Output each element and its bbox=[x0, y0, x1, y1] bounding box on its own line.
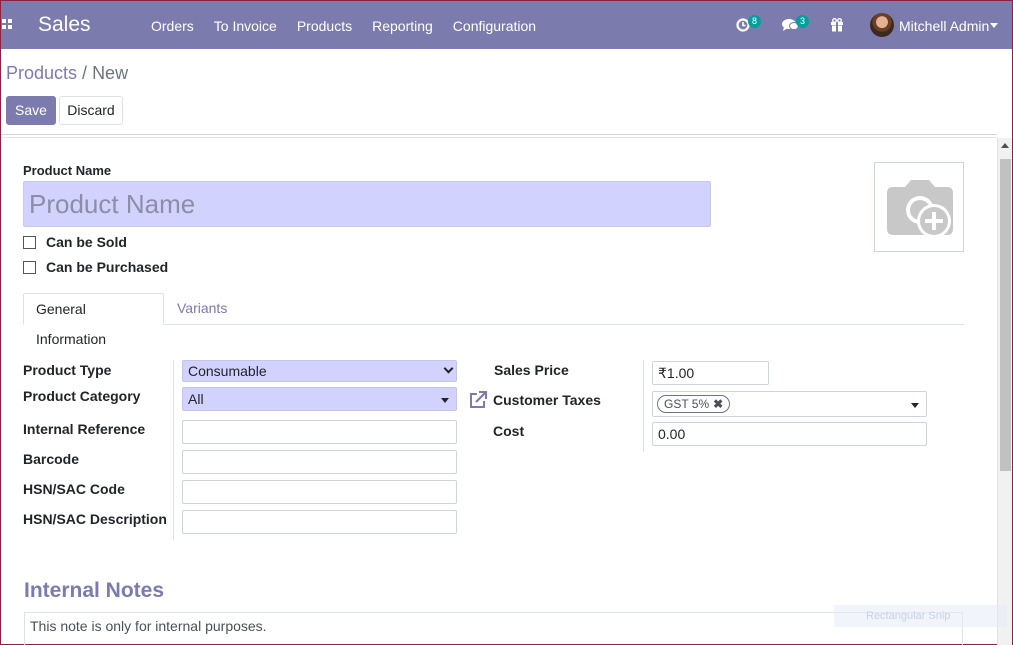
customer-taxes-label: Customer Taxes bbox=[493, 392, 601, 408]
tax-tag: GST 5% ✖ bbox=[657, 395, 731, 413]
product-category-value: All bbox=[188, 391, 204, 407]
discard-button[interactable]: Discard bbox=[59, 96, 123, 125]
dropdown-caret-icon[interactable] bbox=[911, 403, 919, 408]
main-menu: Orders To Invoice Products Reporting Con… bbox=[141, 1, 546, 49]
product-type-value: Consumable bbox=[188, 363, 267, 379]
product-name-label: Product Name bbox=[23, 163, 112, 178]
internal-notes-title: Internal Notes bbox=[24, 579, 165, 602]
breadcrumb-current: New bbox=[92, 63, 129, 83]
product-name-input[interactable]: Product Name bbox=[23, 181, 711, 227]
cost-label: Cost bbox=[493, 423, 525, 439]
customer-taxes-field[interactable]: GST 5% ✖ bbox=[652, 391, 927, 417]
tab-general-information[interactable]: General Information bbox=[23, 293, 164, 347]
product-category-select[interactable]: All bbox=[182, 387, 457, 411]
barcode-label: Barcode bbox=[23, 451, 80, 467]
product-type-select[interactable]: Consumable bbox=[182, 360, 457, 382]
external-link-icon[interactable] bbox=[468, 390, 488, 410]
scroll-up-arrow-icon[interactable] bbox=[1001, 143, 1009, 148]
user-avatar[interactable] bbox=[870, 13, 894, 37]
user-menu-caret-icon[interactable] bbox=[990, 23, 998, 28]
hsn-code-label: HSN/SAC Code bbox=[23, 481, 125, 497]
menu-item-orders[interactable]: Orders bbox=[141, 1, 204, 49]
activity-menu[interactable]: 8 bbox=[735, 1, 765, 49]
menu-item-reporting[interactable]: Reporting bbox=[362, 1, 443, 49]
control-panel-divider bbox=[1, 134, 997, 138]
product-type-label: Product Type bbox=[23, 362, 112, 378]
sales-price-label: Sales Price bbox=[494, 362, 569, 378]
can-be-sold-label[interactable]: Can be Sold bbox=[46, 234, 127, 250]
activity-count-badge: 8 bbox=[748, 15, 761, 28]
cost-input[interactable]: 0.00 bbox=[652, 422, 927, 446]
hsn-code-input[interactable] bbox=[182, 480, 457, 504]
scrollbar-thumb[interactable] bbox=[1000, 159, 1011, 471]
messaging-menu[interactable]: 3 bbox=[781, 1, 811, 49]
can-be-purchased-label[interactable]: Can be Purchased bbox=[46, 259, 168, 275]
save-button[interactable]: Save bbox=[6, 96, 56, 125]
top-navbar: Sales Orders To Invoice Products Reporti… bbox=[1, 1, 1012, 49]
tax-tag-label: GST 5% bbox=[664, 397, 710, 411]
product-category-label: Product Category bbox=[23, 388, 141, 404]
product-image-upload[interactable] bbox=[874, 162, 964, 252]
breadcrumb-products-link[interactable]: Products bbox=[6, 63, 77, 83]
camera-plus-icon bbox=[887, 180, 953, 238]
hsn-description-label: HSN/SAC Description bbox=[23, 511, 167, 527]
internal-notes-textarea[interactable]: This note is only for internal purposes. bbox=[24, 612, 963, 645]
internal-reference-input[interactable] bbox=[182, 420, 457, 444]
sales-price-input[interactable]: ₹1.00 bbox=[652, 361, 769, 385]
can-be-sold-row: Can be Sold bbox=[23, 234, 127, 250]
breadcrumb: Products / New bbox=[6, 63, 128, 84]
internal-reference-label: Internal Reference bbox=[23, 421, 146, 437]
messages-count-badge: 3 bbox=[796, 15, 809, 28]
breadcrumb-separator: / bbox=[82, 63, 88, 83]
app-name[interactable]: Sales bbox=[38, 13, 91, 37]
tab-variants[interactable]: Variants bbox=[165, 293, 239, 325]
can-be-purchased-row: Can be Purchased bbox=[23, 259, 168, 275]
apps-grid-icon[interactable] bbox=[2, 19, 12, 29]
menu-item-products[interactable]: Products bbox=[287, 1, 362, 49]
right-group-divider bbox=[643, 360, 644, 452]
remove-tag-icon[interactable]: ✖ bbox=[713, 397, 723, 411]
user-name[interactable]: Mitchell Admin bbox=[899, 18, 989, 34]
vertical-scrollbar[interactable] bbox=[997, 138, 1012, 645]
dropdown-caret-icon bbox=[441, 398, 449, 403]
menu-item-configuration[interactable]: Configuration bbox=[443, 1, 546, 49]
rectangular-snip-overlay: Rectangular Snip bbox=[834, 605, 1007, 627]
gift-icon bbox=[831, 18, 843, 32]
menu-item-to-invoice[interactable]: To Invoice bbox=[204, 1, 287, 49]
gift-menu[interactable] bbox=[829, 1, 847, 49]
hsn-description-input[interactable] bbox=[182, 510, 457, 534]
can-be-sold-checkbox[interactable] bbox=[23, 235, 36, 249]
can-be-purchased-checkbox[interactable] bbox=[23, 260, 36, 274]
select-chevron-icon bbox=[443, 363, 454, 374]
barcode-input[interactable] bbox=[182, 450, 457, 474]
left-group-divider bbox=[173, 360, 174, 540]
